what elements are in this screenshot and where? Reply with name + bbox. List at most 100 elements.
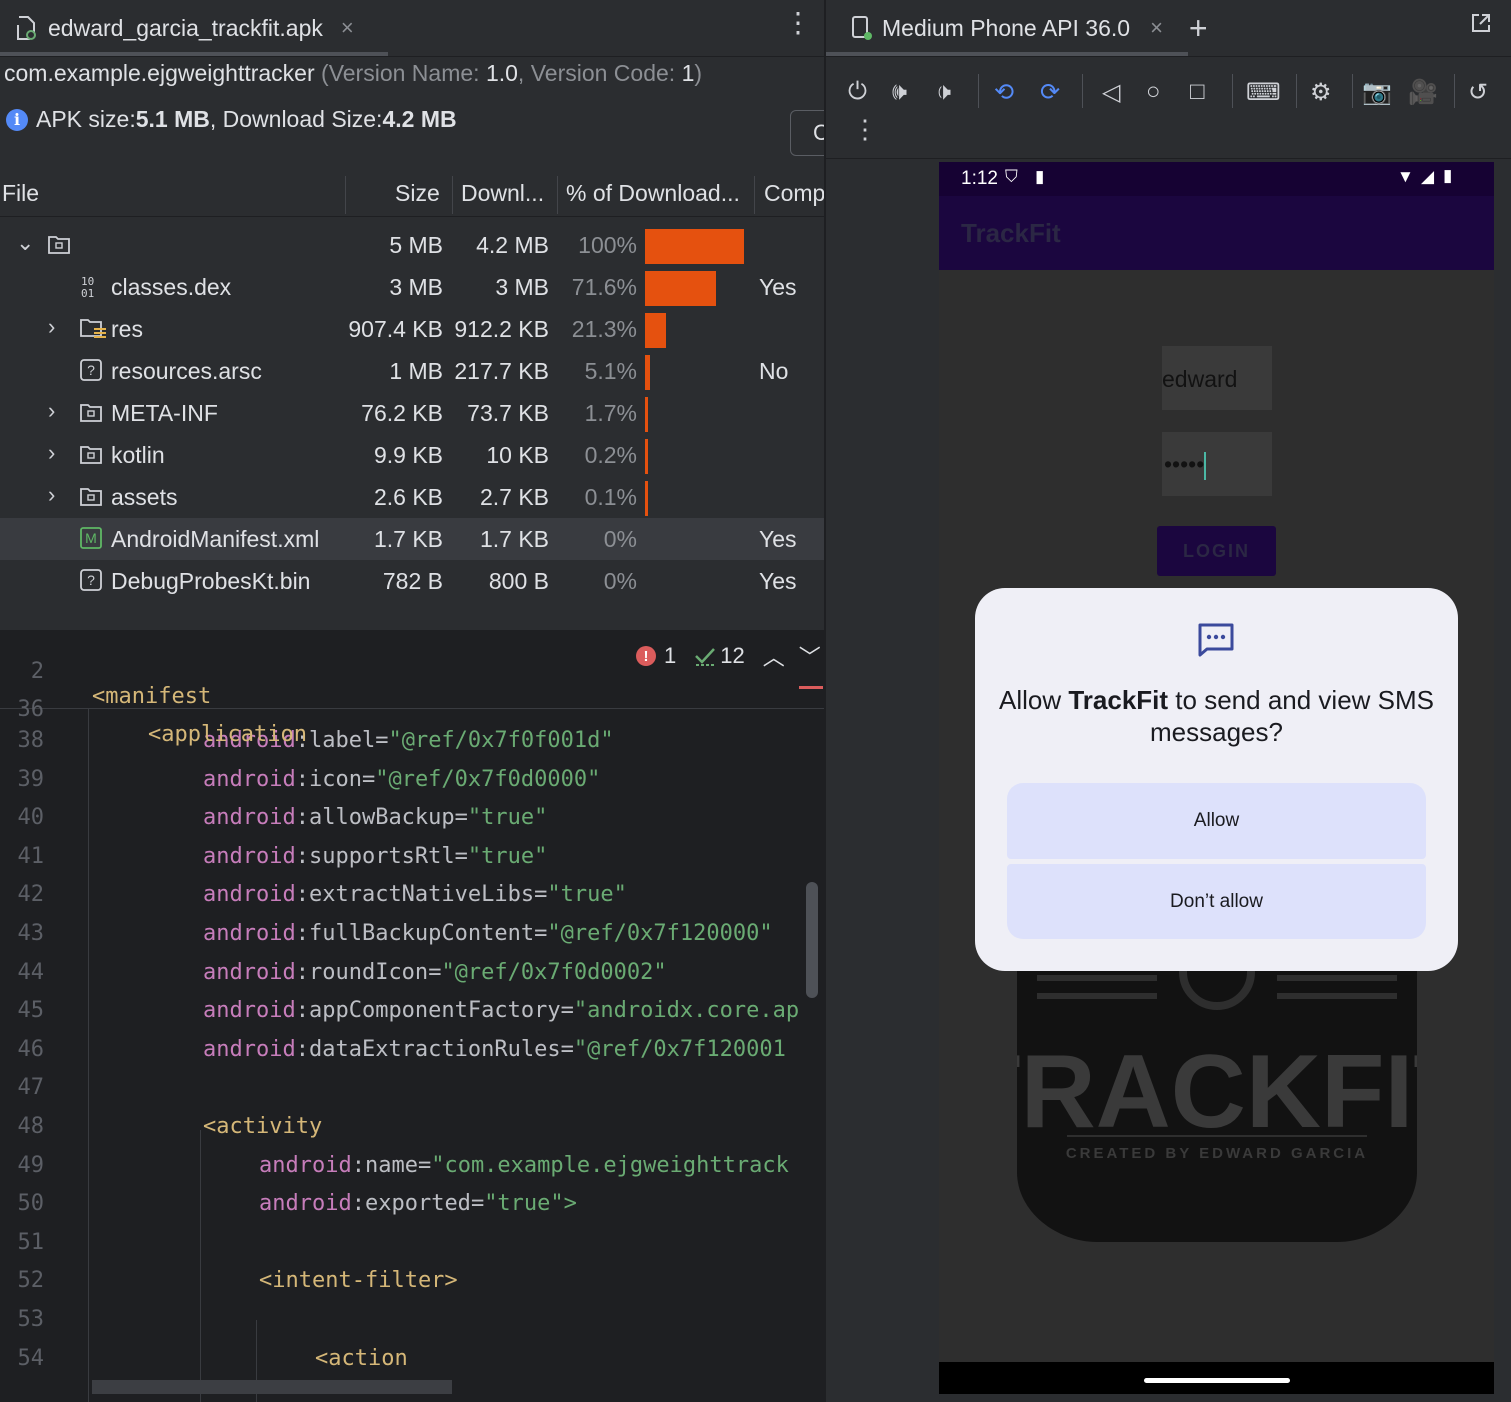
emulator-screen[interactable]: 1:12 ⛉ ▮ ▼ ◢ ▮ TrackFit edward ••••• LOG… [939,162,1494,1394]
editor-tab-bar: edward_garcia_trackfit.apk × ⋮ [0,0,824,57]
attr-namespace: android [259,1152,352,1178]
attr-namespace: android [203,921,296,946]
table-row[interactable]: ? resources.arsc 1 MB 217.7 KB 5.1% No [0,350,824,392]
attr-name: allowBackup [308,805,455,831]
back-icon[interactable]: ◁ [1102,78,1120,107]
line-number: 51 [17,1229,45,1255]
attr-value: "true" [467,805,548,831]
sticky-header: 2 <manifest 36 <application ! 1 12 ︿ ﹀ [0,630,824,747]
error-stripe-marker[interactable] [799,686,823,689]
error-icon: ! [636,646,656,666]
download-percent: 100% [578,232,637,258]
line-number: 44 [17,959,45,985]
previous-highlight-icon[interactable]: ︿ [763,640,785,672]
sticky-line-manifest[interactable]: 2 <manifest [0,634,211,709]
vertical-scrollbar[interactable] [806,882,818,998]
header-percent-download[interactable]: % of Download... [566,180,740,207]
sticky-line-application[interactable]: 36 <application [0,672,307,747]
power-icon[interactable]: ⏻ [848,78,867,106]
warning-count: 12 [720,643,745,668]
table-row[interactable]: › META-INF 76.2 KB 73.7 KB 1.7% [0,392,824,434]
compressed-flag: Yes [759,274,797,300]
more-options-icon[interactable]: ⋮ [784,6,812,39]
file-name: res [111,316,143,342]
file-size: 76.2 KB [361,400,443,426]
table-row[interactable]: M AndroidManifest.xml 1.7 KB 1.7 KB 0% Yes [0,518,824,560]
chevron-right-icon[interactable]: › [48,398,55,424]
line-number: 54 [17,1345,45,1371]
attr-name: roundIcon [308,959,429,985]
keyboard-icon[interactable]: ⌨ [1246,78,1281,107]
attr-value: "true" [467,843,548,869]
screen-record-icon[interactable]: 🎥 [1408,78,1438,107]
app-bar: TrackFit [939,196,1494,270]
file-size: 5 MB [389,232,443,258]
permission-message: Allow TrackFit to send and view SMS mess… [995,684,1438,748]
inspection-widget[interactable]: ! 1 12 ︿ ﹀ [636,640,821,672]
add-device-icon[interactable]: + [1189,10,1208,47]
chevron-right-icon[interactable]: › [48,314,55,340]
unknown-file-icon: ? [80,359,102,381]
apk-package-header: com.example.ejgweighttracker (Version Na… [4,60,702,87]
dont-allow-button[interactable]: Don’t allow [1007,864,1426,939]
password-field[interactable]: ••••• [1162,432,1272,496]
download-percent-bar [645,313,667,348]
download-percent-bar [645,271,716,306]
allow-button[interactable]: Allow [1007,783,1426,859]
manifest-tag: <manifest [92,684,212,709]
attr-value: "androidx.core.ap [573,998,800,1024]
device-tab-title: Medium Phone API 36.0 [882,14,1131,41]
detach-window-icon[interactable] [1470,12,1492,34]
header-download[interactable]: Downl... [461,180,544,207]
navigation-bar [939,1362,1494,1394]
table-row[interactable]: › res 907.4 KB 912.2 KB 21.3% [0,308,824,350]
compare-button[interactable]: C [790,110,824,156]
header-compressed[interactable]: Comp [764,180,824,207]
indent-guide [88,708,89,1402]
version-name: 1.0 [485,60,518,86]
folder-icon [48,233,70,254]
overview-icon[interactable]: □ [1190,78,1205,106]
download-percent: 21.3% [571,316,637,342]
table-row[interactable]: › kotlin 9.9 KB 10 KB 0.2% [0,434,824,476]
login-button[interactable]: LOGIN [1157,526,1276,576]
chevron-right-icon[interactable]: › [48,482,55,508]
status-bar: 1:12 ⛉ ▮ ▼ ◢ ▮ [939,162,1494,196]
attr-name: exported [364,1191,471,1217]
rotate-right-icon[interactable]: ⟳ [1040,78,1060,107]
manifest-editor[interactable]: 38 android:label="@ref/0x7f0f001d" 39 andro… [0,630,824,1402]
line-number: 41 [17,843,45,869]
screenshot-icon[interactable]: 📷 [1362,78,1392,107]
rotate-left-icon[interactable]: ⟲ [994,78,1014,107]
message-app-name: TrackFit [1068,685,1169,715]
header-size[interactable]: Size [395,180,440,207]
file-name: kotlin [111,442,165,468]
header-file[interactable]: File [2,180,39,207]
attr-value: "@ref/0x7f0f001d" [388,728,614,753]
file-size: 3 MB [389,274,443,300]
table-row[interactable]: 10 01 classes.dex 3 MB 3 MB 71.6% Yes [0,266,824,308]
chevron-right-icon[interactable]: › [48,440,55,466]
reset-icon[interactable]: ↺ [1468,78,1488,107]
chevron-down-icon[interactable]: ⌄ [16,230,34,256]
apk-file-tab[interactable]: edward_garcia_trackfit.apk × [14,0,354,56]
table-row[interactable]: › assets 2.6 KB 2.7 KB 0.1% [0,476,824,518]
xml-tag: <action [315,1345,408,1371]
device-tab[interactable]: Medium Phone API 36.0 × + [850,0,1208,56]
volume-down-icon[interactable]: 🕩 [936,78,951,106]
table-row[interactable]: ⌄ 5 MB 4.2 MB 100% [0,224,824,266]
volume-up-icon[interactable]: 🕪 [892,78,907,106]
horizontal-scrollbar[interactable] [92,1380,452,1394]
username-field[interactable]: edward [1162,346,1272,410]
home-gesture-pill[interactable] [1144,1378,1290,1383]
close-tab-icon[interactable]: × [341,15,354,41]
table-row[interactable]: ? DebugProbesKt.bin 782 B 800 B 0% Yes [0,560,824,602]
file-name: AndroidManifest.xml [111,526,320,552]
more-toolbar-icon[interactable]: ⋮ [852,114,878,145]
home-icon[interactable]: ○ [1146,78,1161,106]
device-settings-icon[interactable]: ⚙ [1310,78,1332,107]
line-number: 53 [17,1307,45,1332]
device-tab-bar: Medium Phone API 36.0 × + [826,0,1511,57]
next-highlight-icon[interactable]: ﹀ [799,640,821,672]
close-device-tab-icon[interactable]: × [1150,15,1163,41]
